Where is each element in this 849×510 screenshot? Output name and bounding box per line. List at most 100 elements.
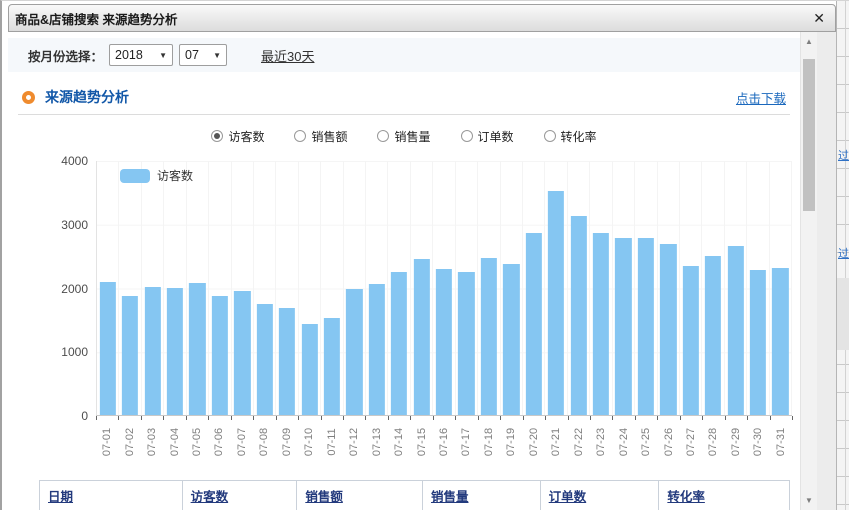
y-axis-tick-label: 4000 (61, 154, 88, 168)
x-axis-tick: 07-11 (321, 416, 343, 468)
table-header-link[interactable]: 订单数 (549, 486, 587, 505)
radio-button-icon[interactable] (544, 130, 556, 142)
x-axis-tick-label: 07-10 (303, 428, 315, 456)
vertical-scrollbar[interactable]: ▲ ▼ (800, 32, 817, 510)
bar-07-07 (234, 291, 250, 415)
x-axis-tick: 07-26 (657, 416, 679, 468)
scroll-down-arrow-icon[interactable]: ▼ (801, 493, 817, 509)
metric-radio-转化率[interactable]: 转化率 (544, 128, 597, 145)
bar-07-13 (369, 284, 385, 415)
x-axis-tick-label: 07-17 (460, 428, 472, 456)
bar-slot (702, 161, 724, 415)
x-axis-tick-label: 07-27 (685, 428, 697, 456)
x-axis-tick: 07-28 (702, 416, 724, 468)
page: { "window": { "title": "商品&店铺搜索 来源趋势分析",… (0, 0, 849, 510)
metric-radio-访客数[interactable]: 访客数 (211, 128, 264, 145)
legend-swatch (120, 169, 150, 183)
bar-slot (187, 161, 209, 415)
x-axis-tick-label: 07-26 (663, 428, 675, 456)
metric-radio-订单数[interactable]: 订单数 (461, 128, 514, 145)
x-axis-tick-label: 07-14 (393, 428, 405, 456)
chevron-down-icon: ▼ (213, 51, 221, 60)
bar-07-30 (750, 270, 766, 415)
radio-button-icon[interactable] (211, 130, 223, 142)
table-header-link[interactable]: 销售额 (305, 486, 343, 505)
background-page-strip: 过 过 (836, 1, 849, 510)
table-header-link[interactable]: 访客数 (191, 486, 229, 505)
scrollbar-thumb[interactable] (803, 59, 815, 211)
bar-07-16 (436, 269, 452, 415)
x-axis-tick: 07-10 (298, 416, 320, 468)
metric-radio-label: 订单数 (478, 128, 514, 145)
x-axis-tick: 07-03 (141, 416, 163, 468)
month-select[interactable]: 07 ▼ (179, 44, 227, 66)
bar-slot (321, 161, 343, 415)
bar-slot (366, 161, 388, 415)
bar-slot (209, 161, 231, 415)
bar-slot (433, 161, 455, 415)
bar-07-04 (167, 288, 183, 415)
metric-radio-销售额[interactable]: 销售额 (294, 128, 347, 145)
bar-slot (590, 161, 612, 415)
section-divider (18, 114, 790, 115)
bar-slot (164, 161, 186, 415)
bar-07-12 (346, 289, 362, 415)
bar-slot (658, 161, 680, 415)
table-header-link[interactable]: 日期 (48, 486, 73, 505)
x-axis-tick-label: 07-05 (191, 428, 203, 456)
x-axis-tick: 07-09 (276, 416, 298, 468)
x-axis-tick: 07-15 (410, 416, 432, 468)
bar-07-29 (727, 246, 743, 415)
table-header-日期: 日期 (40, 481, 183, 510)
x-axis-tick: 07-24 (612, 416, 634, 468)
year-select[interactable]: 2018 ▼ (109, 44, 173, 66)
bar-slot (119, 161, 141, 415)
orange-ring-icon (22, 91, 35, 104)
dialog-right-edge (817, 32, 836, 510)
bar-07-18 (481, 258, 497, 415)
table-header-link[interactable]: 转化率 (667, 486, 705, 505)
x-axis-tick: 07-12 (343, 416, 365, 468)
close-icon[interactable]: ✕ (813, 11, 825, 25)
bar-07-08 (257, 304, 273, 415)
x-axis-tick-label: 07-02 (124, 428, 136, 456)
y-axis-tick-label: 1000 (61, 345, 88, 359)
year-select-value: 2018 (115, 48, 143, 62)
dialog-titlebar: 商品&店铺搜索 来源趋势分析 ✕ (8, 4, 836, 32)
x-axis-tick: 07-31 (770, 416, 792, 468)
metric-radio-label: 访客数 (228, 128, 264, 145)
x-axis-tick-label: 07-18 (483, 428, 495, 456)
x-axis-tick: 07-05 (186, 416, 208, 468)
download-link[interactable]: 点击下载 (736, 88, 786, 107)
bar-slot (456, 161, 478, 415)
section-title: 来源趋势分析 (45, 87, 129, 107)
metric-radio-label: 转化率 (561, 128, 597, 145)
bar-07-15 (413, 259, 429, 415)
x-axis-tick: 07-19 (500, 416, 522, 468)
last-30-days-link[interactable]: 最近30天 (261, 46, 314, 65)
x-axis-tick: 07-02 (118, 416, 140, 468)
x-axis-tick-label: 07-08 (258, 428, 270, 456)
bar-slot (478, 161, 500, 415)
radio-button-icon[interactable] (461, 130, 473, 142)
x-axis-tick: 07-07 (231, 416, 253, 468)
bar-slot (635, 161, 657, 415)
metric-radio-销售量[interactable]: 销售量 (377, 128, 430, 145)
bar-slot (142, 161, 164, 415)
scroll-up-arrow-icon[interactable]: ▲ (801, 34, 817, 50)
table-header-link[interactable]: 销售量 (431, 486, 469, 505)
x-axis-tick-label: 07-19 (505, 428, 517, 456)
x-axis-tick: 07-20 (523, 416, 545, 468)
radio-button-icon[interactable] (294, 130, 306, 142)
table-header-销售额: 销售额 (297, 481, 423, 510)
chevron-down-icon: ▼ (159, 51, 167, 60)
bar-07-26 (660, 244, 676, 415)
bar-07-09 (279, 308, 295, 415)
bar-07-27 (683, 266, 699, 415)
x-axis-tick-label: 07-04 (169, 428, 181, 456)
radio-button-icon[interactable] (377, 130, 389, 142)
chart-legend[interactable]: 访客数 (120, 167, 193, 184)
x-axis-tick: 07-17 (455, 416, 477, 468)
bar-slot (613, 161, 635, 415)
bar-slot (770, 161, 792, 415)
